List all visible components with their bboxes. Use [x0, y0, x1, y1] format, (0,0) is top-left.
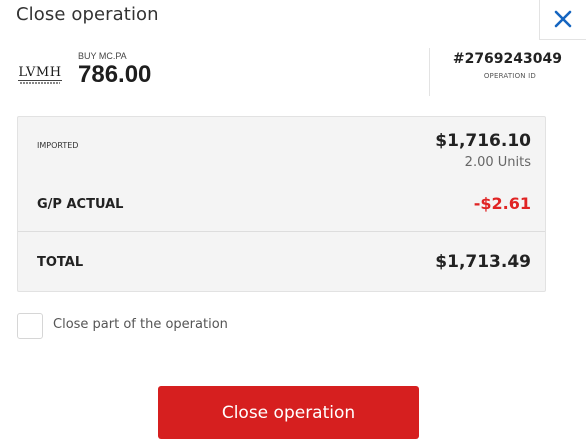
- imported-label: IMPORTED: [37, 141, 79, 150]
- close-button[interactable]: [539, 0, 586, 40]
- close-icon: [554, 10, 571, 27]
- logo-underline: [18, 80, 62, 81]
- operation-price: 786.00: [78, 61, 152, 88]
- operation-summary: IMPORTED $1,716.10 2.00 Units G/P ACTUAL…: [17, 116, 546, 292]
- gp-actual-value: -$2.61: [473, 194, 531, 213]
- header-divider: [429, 48, 430, 96]
- partial-close-label[interactable]: Close part of the operation: [53, 317, 228, 332]
- total-value: $1,713.49: [435, 252, 531, 272]
- close-operation-button[interactable]: Close operation: [158, 386, 419, 439]
- operation-id-label: OPERATION ID: [483, 72, 536, 80]
- gp-actual-label: G/P ACTUAL: [37, 197, 124, 212]
- imported-units: 2.00 Units: [464, 155, 531, 170]
- summary-divider: [18, 231, 545, 232]
- dialog-title: Close operation: [16, 4, 159, 25]
- total-label: TOTAL: [37, 255, 84, 270]
- logo-subline: [20, 82, 60, 84]
- operation-id: #2769243049: [452, 51, 562, 67]
- logo-text: LVMH: [18, 65, 62, 80]
- partial-close-checkbox[interactable]: [17, 313, 43, 339]
- lvmh-logo: LVMH: [17, 66, 63, 84]
- imported-value: $1,716.10: [435, 131, 531, 151]
- operation-label: BUY MC.PA: [78, 51, 127, 61]
